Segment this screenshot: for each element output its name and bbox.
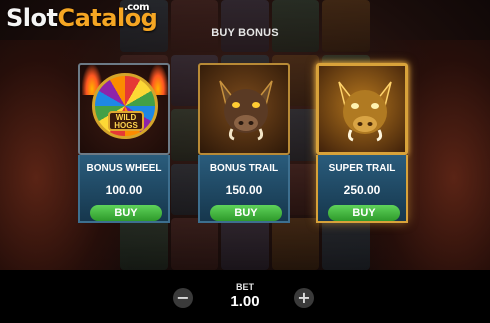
super-trail-panel: SUPER TRAIL 250.00 BUY (316, 155, 408, 223)
increase-bet-button[interactable]: + (294, 288, 314, 308)
watermark-domain: .com (124, 2, 150, 13)
bonus-trail-panel: BONUS TRAIL 150.00 BUY (198, 155, 290, 223)
card-price: 100.00 (105, 183, 143, 197)
card-price: 250.00 (343, 183, 381, 197)
golden-hog-head-icon (338, 81, 392, 142)
card-name: SUPER TRAIL (328, 163, 396, 174)
bet-label: BET (236, 282, 254, 292)
wheel-center-logo: WILD HOGS (108, 111, 144, 131)
buy-bonus-title: BUY BONUS (211, 27, 279, 39)
hog-head-icon (219, 80, 273, 141)
bonus-trail-card: BONUS TRAIL 150.00 BUY (198, 63, 290, 223)
decrease-bet-button[interactable]: − (173, 288, 193, 308)
game-stage: SlotCatalog .com BUY BONUS WILD HOGS BON… (0, 0, 490, 270)
watermark-logo: SlotCatalog .com (6, 2, 158, 40)
super-trail-artwork (316, 63, 408, 155)
bonus-wheel-card: WILD HOGS BONUS WHEEL 100.00 BUY (78, 63, 170, 223)
bonus-wheel-panel: BONUS WHEEL 100.00 BUY (78, 155, 170, 223)
buy-bonus-wheel-button[interactable]: BUY (90, 205, 162, 221)
buy-bonus-trail-button[interactable]: BUY (210, 205, 282, 221)
bonus-wheel-artwork: WILD HOGS (78, 63, 170, 155)
watermark-prefix: Slot (6, 4, 58, 32)
card-price: 150.00 (225, 183, 263, 197)
card-name: BONUS TRAIL (209, 163, 279, 174)
bet-value: 1.00 (230, 293, 260, 310)
super-trail-card: SUPER TRAIL 250.00 BUY (316, 63, 408, 223)
bonus-trail-artwork (198, 63, 290, 155)
card-name: BONUS WHEEL (86, 163, 162, 174)
buy-super-trail-button[interactable]: BUY (328, 205, 400, 221)
